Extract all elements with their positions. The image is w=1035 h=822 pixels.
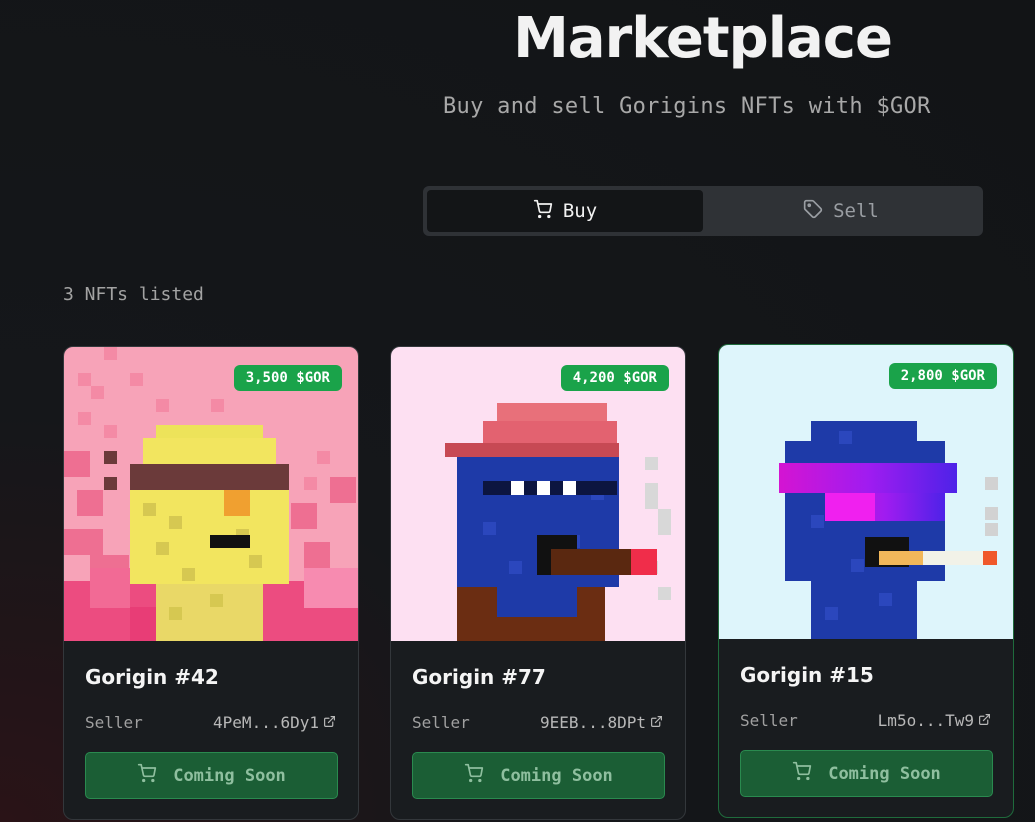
page-title: Marketplace [513,6,893,71]
nft-name: Gorigin #15 [740,663,874,687]
seller-address-link[interactable]: Lm5o...Tw9 [878,711,991,730]
seller-label: Seller [85,713,143,732]
nft-name: Gorigin #77 [412,665,546,689]
seller-address: 4PeM...6Dy1 [213,713,319,732]
coming-soon-label: Coming Soon [828,763,941,784]
coming-soon-button[interactable]: Coming Soon [85,752,338,799]
tab-buy-label: Buy [562,200,598,222]
tab-sell[interactable]: Sell [703,190,979,232]
tab-sell-label: Sell [833,200,879,222]
cart-icon [533,199,553,224]
nft-card[interactable]: 4,200 $GOR Gorigin #77 Seller 9EEB...8DP… [390,346,686,820]
seller-address: 9EEB...8DPt [540,713,646,732]
page-subtitle: Buy and sell Gorigins NFTs with $GOR [443,94,931,119]
seller-address-link[interactable]: 9EEB...8DPt [540,713,663,732]
cart-icon [464,763,484,788]
external-link-icon [978,711,991,730]
listing-count: 3 NFTs listed [63,284,204,305]
buy-sell-tabs: Buy Sell [423,186,983,236]
tag-icon [803,199,823,224]
coming-soon-label: Coming Soon [500,765,613,786]
nft-card[interactable]: 2,800 $GOR Gorigin #15 Seller Lm5o...Tw9… [718,344,1014,818]
seller-label: Seller [412,713,470,732]
seller-address-link[interactable]: 4PeM...6Dy1 [213,713,336,732]
tab-buy[interactable]: Buy [427,190,703,232]
seller-label: Seller [740,711,798,730]
external-link-icon [650,713,663,732]
coming-soon-button[interactable]: Coming Soon [412,752,665,799]
price-badge: 3,500 $GOR [233,365,342,391]
cart-icon [792,761,812,786]
nft-image: 3,500 $GOR [64,347,358,641]
price-badge: 2,800 $GOR [888,363,997,389]
nft-card[interactable]: 3,500 $GOR Gorigin #42 Seller 4PeM...6Dy… [63,346,359,820]
nft-image: 4,200 $GOR [391,347,685,641]
price-badge: 4,200 $GOR [560,365,669,391]
external-link-icon [323,713,336,732]
seller-address: Lm5o...Tw9 [877,711,974,730]
coming-soon-button[interactable]: Coming Soon [740,750,993,797]
coming-soon-label: Coming Soon [173,765,286,786]
nft-image: 2,800 $GOR [719,345,1013,639]
nft-name: Gorigin #42 [85,665,219,689]
cart-icon [137,763,157,788]
